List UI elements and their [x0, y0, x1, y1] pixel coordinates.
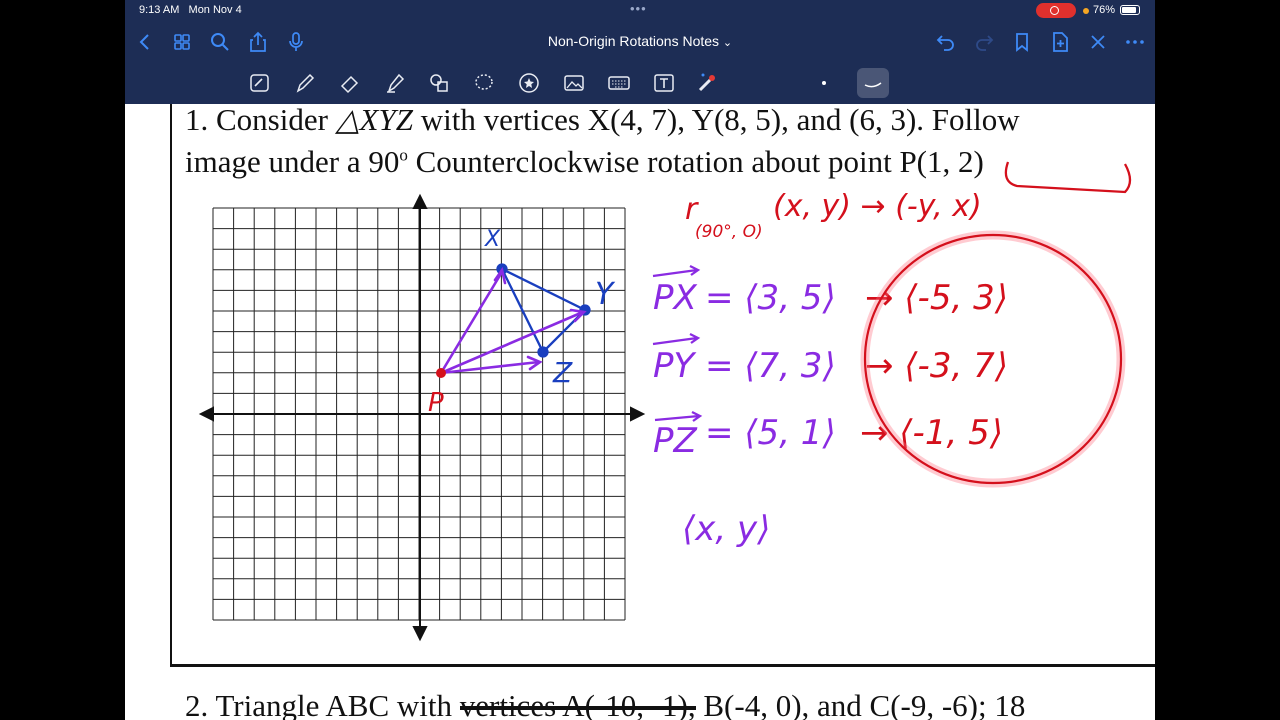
pz-vector: = ⟨5, 1⟩ [705, 413, 836, 453]
highlighter-icon[interactable] [383, 71, 407, 95]
px-vector: = ⟨3, 5⟩ [705, 278, 836, 318]
status-bar: 9:13 AM Mon Nov 4 ••• 76% [125, 0, 1155, 22]
py-label: PY [653, 346, 697, 386]
coordinate-axes [198, 193, 646, 642]
battery-percent: 76% [1093, 4, 1116, 16]
stroke-size-small[interactable] [822, 81, 826, 85]
battery-icon [1120, 5, 1140, 15]
keyboard-icon[interactable] [607, 71, 631, 95]
drawing-toolbar [125, 62, 1155, 104]
close-icon[interactable] [1086, 30, 1110, 54]
rotation-rule-subscript: (90°, O) [695, 222, 763, 242]
curved-arrow-to-rule [1004, 161, 1132, 194]
py-rotated: → ⟨-3, 7⟩ [865, 346, 1008, 386]
rotation-rule-map: (x, y) → (-y, x) [773, 189, 982, 224]
point-p [436, 368, 446, 378]
text-icon[interactable] [652, 71, 676, 95]
image-icon[interactable] [562, 71, 586, 95]
ipad-screen: 9:13 AM Mon Nov 4 ••• 76% Non-Origin Rot… [125, 0, 1155, 720]
label-x: X [484, 227, 501, 252]
more-icon[interactable] [1123, 30, 1147, 54]
sticker-icon[interactable] [517, 71, 541, 95]
microphone-icon[interactable] [284, 30, 308, 54]
navigation-bar: Non-Origin Rotations Notes ⌄ [125, 22, 1155, 62]
stroke-style-selected[interactable] [857, 68, 889, 98]
lasso-icon[interactable] [472, 71, 496, 95]
bookmark-icon[interactable] [1010, 30, 1034, 54]
generic-vector: ⟨x, y⟩ [682, 509, 770, 549]
eraser-icon[interactable] [338, 71, 362, 95]
undo-icon[interactable] [934, 30, 958, 54]
mic-in-use-dot [1083, 8, 1089, 14]
laser-pointer-icon[interactable] [695, 71, 719, 95]
redo-icon[interactable] [972, 30, 996, 54]
lasso-pen-icon[interactable] [248, 71, 272, 95]
pen-icon[interactable] [293, 71, 317, 95]
multitask-dots[interactable]: ••• [630, 1, 647, 16]
add-page-icon[interactable] [1048, 30, 1072, 54]
label-z: Z [552, 356, 573, 389]
back-icon[interactable] [133, 30, 157, 54]
notes-page[interactable]: 1. Consider △XYZ with vertices X(4, 7), … [125, 102, 1155, 720]
label-y: Y [595, 277, 616, 312]
shapes-icon[interactable] [427, 71, 451, 95]
document-title[interactable]: Non-Origin Rotations Notes ⌄ [505, 33, 775, 49]
label-p: P [428, 388, 444, 418]
pz-label: PZ [653, 421, 698, 461]
search-icon[interactable] [208, 30, 232, 54]
grid-icon[interactable] [170, 30, 194, 54]
px-label: PX [653, 278, 698, 318]
share-icon[interactable] [246, 30, 270, 54]
ink-layer: X Y Z P r (90°, O) (x, y) → (-y, x) PX =… [198, 161, 1132, 642]
status-time: 9:13 AM Mon Nov 4 [139, 4, 242, 16]
screen-record-indicator[interactable] [1036, 3, 1076, 18]
py-vector: = ⟨7, 3⟩ [705, 346, 836, 386]
